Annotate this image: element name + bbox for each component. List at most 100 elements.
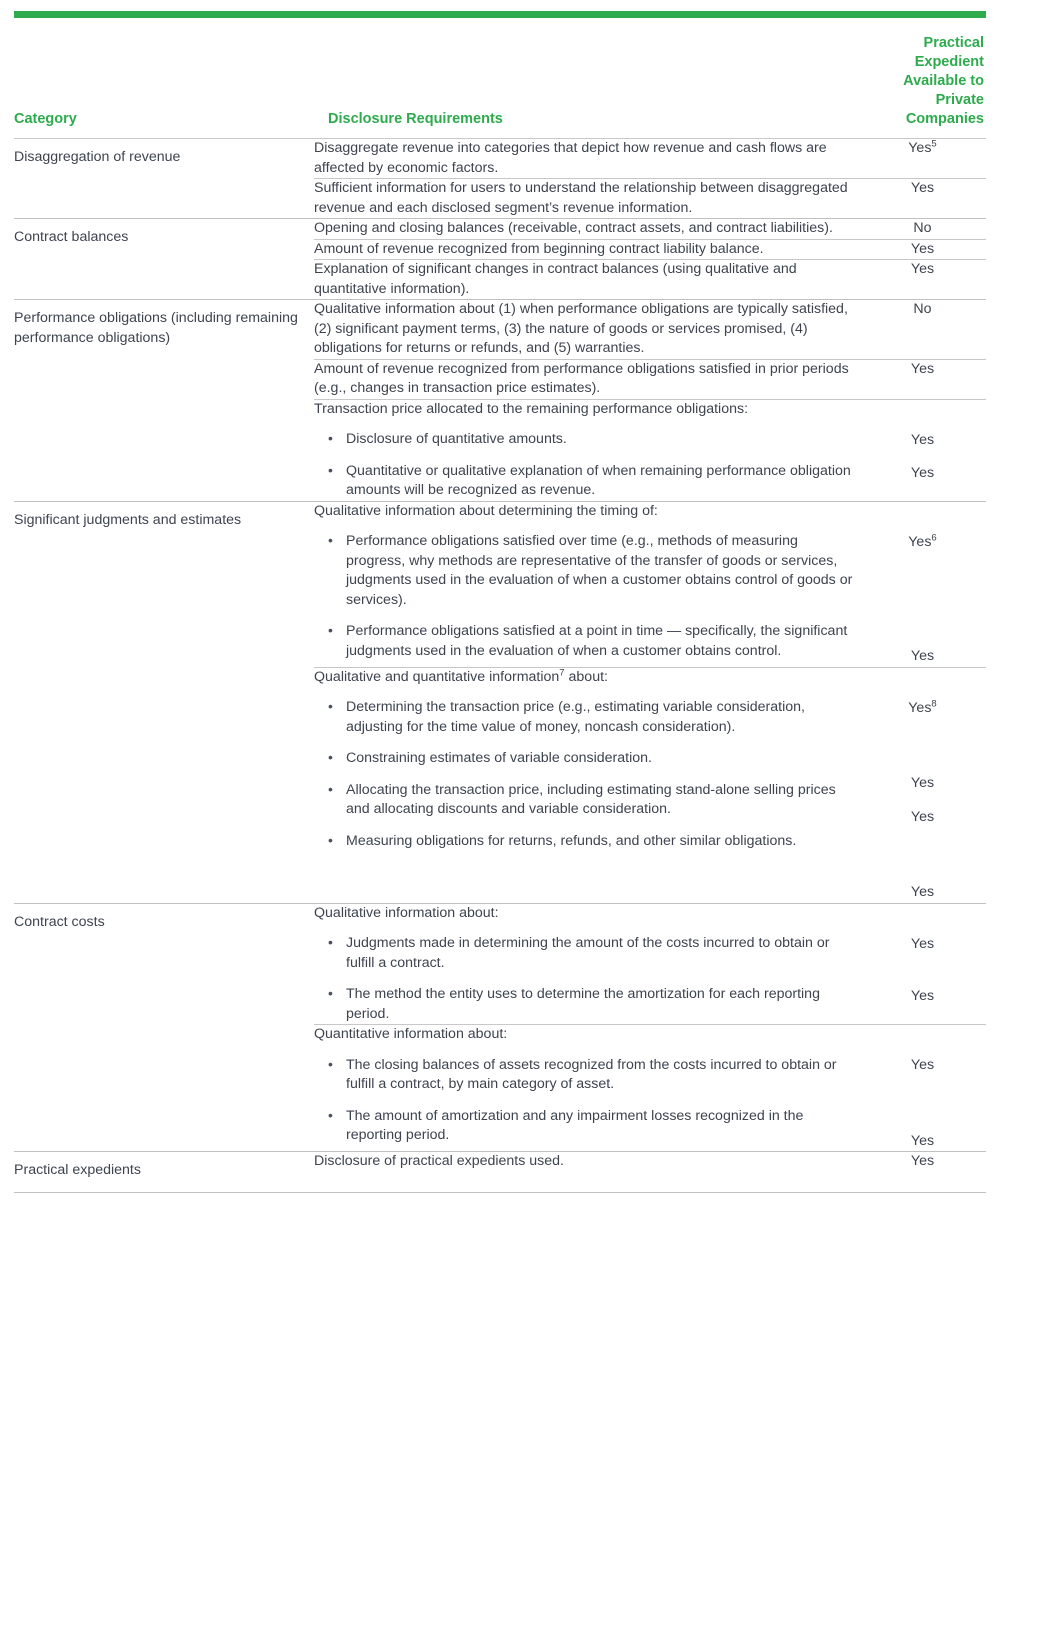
requirement-row: Qualitative information about (1) when p…	[314, 300, 986, 359]
answer-value: Yes	[910, 988, 935, 1004]
list-item: The amount of amortization and any impai…	[314, 1106, 859, 1146]
requirement-text: Explanation of significant changes in co…	[314, 259, 859, 299]
category-cell-performance-obligations: Performance obligations (including remai…	[14, 299, 314, 501]
answer-value: Yes	[910, 431, 935, 448]
list-item: Performance obligations satisfied over t…	[314, 531, 859, 610]
answer-value: Yes	[910, 935, 935, 952]
answer-value-wrap: Yes8	[859, 699, 986, 719]
requirement-text: Qualitative information about: Judgments…	[314, 904, 859, 1025]
lead-text-post: about:	[564, 668, 608, 685]
footnote-marker: 8	[931, 697, 937, 709]
table-header: Category Disclosure Requirements Practic…	[14, 18, 986, 139]
answer-value: Yes	[910, 808, 935, 825]
requirement-text: Transaction price allocated to the remai…	[314, 398, 859, 501]
answer-value-wrap: Yes6	[859, 533, 986, 553]
sub-rows-table: Qualitative information about: Judgments…	[314, 904, 986, 1151]
requirement-text: Disaggregate revenue into categories tha…	[314, 140, 827, 176]
requirement-bullet-list: Performance obligations satisfied over t…	[314, 531, 859, 661]
list-item: Performance obligations satisfied at a p…	[314, 621, 859, 661]
requirement-row: Amount of revenue recognized from beginn…	[314, 238, 986, 260]
list-item: Quantitative or qualitative explanation …	[314, 461, 859, 501]
column-header-disclosure-requirements: Disclosure Requirements	[314, 18, 859, 139]
requirement-text: Qualitative and quantitative information…	[314, 666, 859, 903]
table-row: Practical expedients Disclosure of pract…	[14, 1151, 986, 1193]
practical-expedient-answer: Yes	[859, 358, 986, 399]
practical-expedient-answer: Yes	[859, 259, 986, 299]
requirement-row: Disaggregate revenue into categories tha…	[314, 139, 986, 179]
sub-rows-table: Opening and closing balances (receivable…	[314, 219, 986, 299]
table-row: Performance obligations (including remai…	[14, 299, 986, 501]
requirement-text: Qualitative information about (1) when p…	[314, 301, 848, 356]
requirement-lead-text: Qualitative and quantitative information…	[314, 668, 859, 688]
sub-rows-table: Qualitative information about determinin…	[314, 502, 986, 903]
practical-expedient-answer: No	[913, 301, 932, 317]
table-row: Contract balances Opening and closing ba…	[14, 218, 986, 300]
answer-value: Yes	[910, 1057, 935, 1073]
group-body: Qualitative information about: Judgments…	[314, 902, 986, 1152]
practical-expedient-answer-group: Yes Yes	[859, 1024, 986, 1151]
practical-expedient-answer: Yes	[859, 178, 986, 218]
group-body: Qualitative information about determinin…	[314, 500, 986, 903]
answer-value: Yes	[910, 1132, 935, 1149]
table-row: Disaggregation of revenue Disaggregate r…	[14, 138, 986, 219]
answer-value: Yes	[910, 775, 935, 791]
requirement-row: Explanation of significant changes in co…	[314, 259, 986, 299]
practical-expedient-answer-group: Yes6 Yes	[859, 502, 986, 668]
requirement-text: Qualitative information about determinin…	[314, 502, 859, 668]
requirement-text: Sufficient information for users to unde…	[314, 178, 859, 218]
answer-value: Yes	[908, 533, 932, 550]
list-item: Determining the transaction price (e.g.,…	[314, 697, 859, 737]
requirement-row: Amount of revenue recognized from perfor…	[314, 358, 986, 399]
header-row: Category Disclosure Requirements Practic…	[14, 18, 986, 139]
requirement-row: Sufficient information for users to unde…	[314, 178, 986, 218]
list-item: The closing balances of assets recognize…	[314, 1055, 859, 1095]
table-row: Contract costs Qualitative information a…	[14, 902, 986, 1152]
requirement-bullet-list: Determining the transaction price (e.g.,…	[314, 697, 859, 852]
requirement-bullet-list: Judgments made in determining the amount…	[314, 933, 859, 1024]
list-item: Measuring obligations for returns, refun…	[314, 831, 859, 852]
category-cell-disaggregation-of-revenue: Disaggregation of revenue	[14, 138, 314, 219]
table-body: Disaggregation of revenue Disaggregate r…	[14, 138, 986, 1193]
requirement-text: Amount of revenue recognized from perfor…	[314, 358, 859, 399]
answer-value: Yes	[910, 465, 935, 481]
requirement-bullet-list: Disclosure of quantitative amounts. Quan…	[314, 429, 859, 501]
category-cell-significant-judgments-and-estimates: Significant judgments and estimates	[14, 500, 314, 903]
requirement-row: Qualitative and quantitative information…	[314, 666, 986, 903]
requirement-row: Qualitative information about determinin…	[314, 502, 986, 668]
category-cell-contract-costs: Contract costs	[14, 902, 314, 1152]
practical-expedient-answer: Yes	[859, 238, 986, 260]
category-cell-contract-balances: Contract balances	[14, 218, 314, 300]
footnote-marker: 5	[931, 138, 937, 150]
list-item: Disclosure of quantitative amounts.	[314, 429, 859, 450]
requirement-lead-text: Quantitative information about:	[314, 1026, 508, 1042]
requirement-bullet-list: The closing balances of assets recognize…	[314, 1055, 859, 1146]
footnote-marker: 6	[931, 531, 937, 543]
practical-expedient-answer: Yes5	[859, 139, 986, 179]
requirement-text: Amount of revenue recognized from beginn…	[314, 238, 859, 260]
list-item: Judgments made in determining the amount…	[314, 933, 859, 973]
requirement-row: Opening and closing balances (receivable…	[314, 219, 986, 239]
sub-rows-table: Qualitative information about (1) when p…	[314, 300, 986, 501]
group-body: Qualitative information about (1) when p…	[314, 299, 986, 501]
practical-expedient-answer-group: Yes Yes	[859, 904, 986, 1025]
answer-value: Yes	[910, 648, 935, 664]
answer-value: Yes	[910, 884, 935, 900]
column-header-category: Category	[14, 18, 314, 139]
column-header-practical-expedient: Practical Expedient Available to Private…	[859, 18, 986, 139]
requirement-row: Quantitative information about: The clos…	[314, 1024, 986, 1151]
list-item: Allocating the transaction price, includ…	[314, 780, 859, 820]
sub-rows-table: Disaggregate revenue into categories tha…	[314, 139, 986, 218]
requirement-text: Disclosure of practical expedients used.	[314, 1153, 564, 1169]
list-item: Constraining estimates of variable consi…	[314, 748, 859, 769]
practical-expedient-answer: Yes	[910, 1153, 935, 1169]
table-row: Significant judgments and estimates Qual…	[14, 500, 986, 903]
answer-value: Yes	[908, 140, 932, 156]
practical-expedient-answer-group: Yes8 Yes Yes Yes	[859, 666, 986, 903]
disclosure-table-container: Category Disclosure Requirements Practic…	[0, 11, 1052, 1193]
group-body: Opening and closing balances (receivable…	[314, 218, 986, 300]
lead-text-pre: Qualitative and quantitative information	[314, 668, 560, 685]
requirement-row: Disclosure of practical expedients used.…	[314, 1152, 986, 1172]
requirement-lead-text: Qualitative information about:	[314, 904, 499, 921]
group-body: Disclosure of practical expedients used.…	[314, 1151, 986, 1193]
requirement-row: Qualitative information about: Judgments…	[314, 904, 986, 1025]
